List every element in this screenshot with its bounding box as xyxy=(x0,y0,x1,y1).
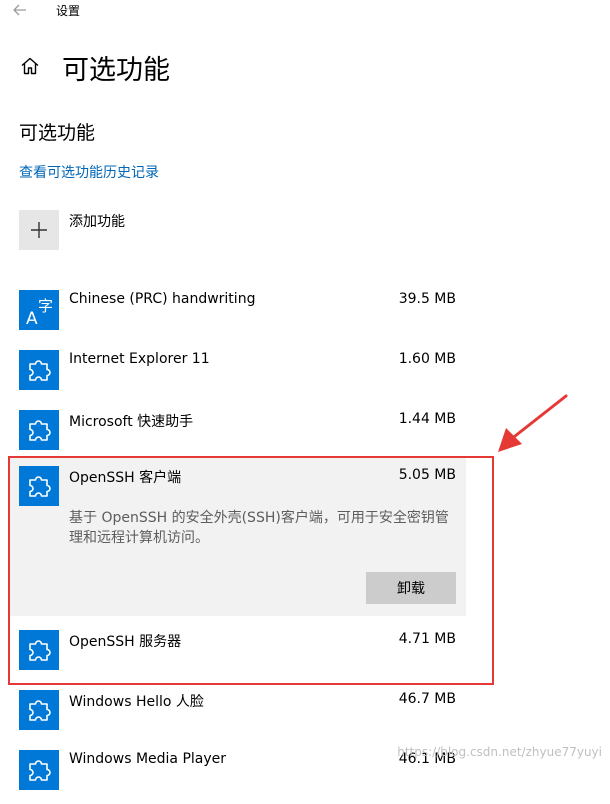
puzzle-icon xyxy=(19,690,59,730)
feature-description: 基于 OpenSSH 的安全外壳(SSH)客户端，可用于安全密钥管理和远程计算机… xyxy=(69,510,449,546)
feature-item-quick-assist[interactable]: Microsoft 快速助手 1.44 MB xyxy=(10,404,466,464)
feature-size: 1.60 MB xyxy=(398,351,456,367)
feature-size: 1.44 MB xyxy=(398,411,456,427)
add-feature-label: 添加功能 xyxy=(69,214,125,230)
watermark: https://blog.csdn.net/zhyue77yuyi xyxy=(397,745,602,759)
puzzle-icon xyxy=(19,750,59,790)
puzzle-icon xyxy=(19,410,59,450)
puzzle-icon xyxy=(19,466,59,506)
page-header: 可选功能 xyxy=(0,44,610,88)
language-icon-glyph-zi: 字 xyxy=(38,297,53,315)
puzzle-icon xyxy=(19,630,59,670)
language-icon-glyph-a: A xyxy=(26,309,38,329)
title-bar: 设置 xyxy=(0,0,610,22)
back-arrow-icon xyxy=(13,4,26,16)
feature-size: 5.05 MB xyxy=(398,467,456,483)
feature-name: Microsoft 快速助手 xyxy=(69,414,194,430)
feature-item-windows-hello-face[interactable]: Windows Hello 人脸 46.7 MB xyxy=(10,684,466,744)
feature-history-link[interactable]: 查看可选功能历史记录 xyxy=(19,162,159,182)
feature-name: OpenSSH 服务器 xyxy=(69,634,182,650)
feature-name: OpenSSH 客户端 xyxy=(69,470,182,486)
language-icon: A 字 xyxy=(19,290,59,330)
feature-size: 39.5 MB xyxy=(398,291,456,307)
feature-size: 46.7 MB xyxy=(398,691,456,707)
feature-size: 4.71 MB xyxy=(398,631,456,647)
uninstall-button[interactable]: 卸载 xyxy=(366,572,456,604)
puzzle-icon xyxy=(19,350,59,390)
feature-name: Windows Media Player xyxy=(69,751,227,767)
page-title: 可选功能 xyxy=(62,55,170,86)
annotation-arrow-icon xyxy=(498,394,568,452)
home-icon xyxy=(21,57,39,75)
feature-item-chinese-handwriting[interactable]: A 字 Chinese (PRC) handwriting 39.5 MB xyxy=(10,284,466,344)
add-feature-button[interactable]: 添加功能 xyxy=(19,210,319,250)
section-title: 可选功能 xyxy=(19,122,96,144)
plus-icon xyxy=(31,222,47,238)
feature-item-openssh-server[interactable]: OpenSSH 服务器 4.71 MB xyxy=(10,624,466,684)
feature-item-internet-explorer[interactable]: Internet Explorer 11 1.60 MB xyxy=(10,344,466,404)
feature-name: Internet Explorer 11 xyxy=(69,351,210,367)
feature-name: Chinese (PRC) handwriting xyxy=(69,291,256,307)
add-tile xyxy=(19,210,59,250)
app-title: 设置 xyxy=(56,4,81,18)
feature-name: Windows Hello 人脸 xyxy=(69,694,204,710)
back-button[interactable] xyxy=(6,0,34,20)
feature-item-openssh-client[interactable]: OpenSSH 客户端 5.05 MB 基于 OpenSSH 的安全外壳(SSH… xyxy=(10,458,466,616)
home-button[interactable] xyxy=(16,52,44,80)
